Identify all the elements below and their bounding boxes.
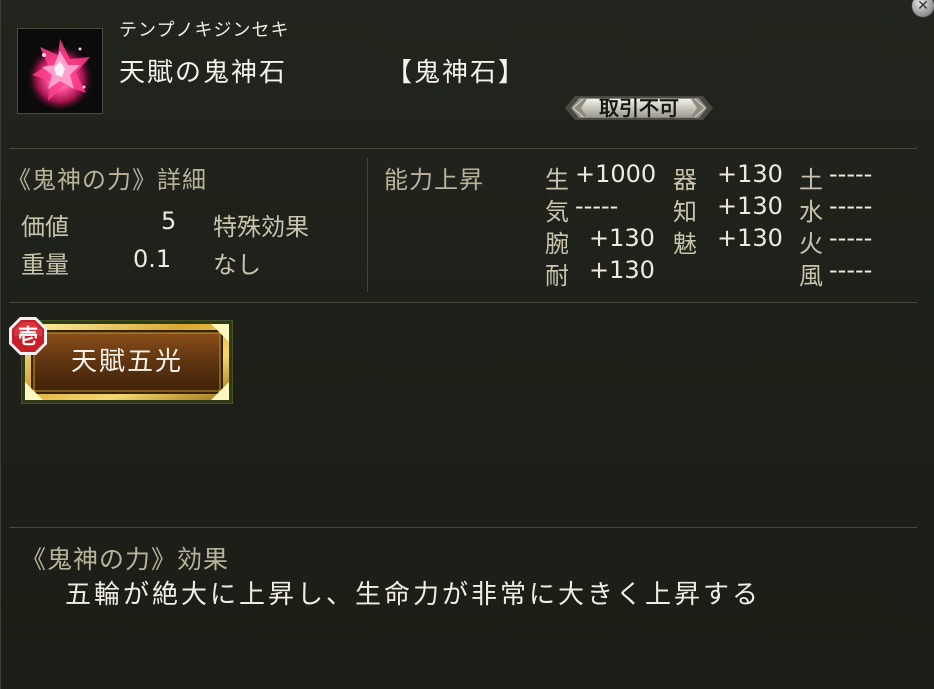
stat-value: ----- xyxy=(829,192,873,220)
ability-title: 能力上昇 xyxy=(384,166,484,194)
stat-name: 土 xyxy=(799,166,823,194)
divider xyxy=(367,158,368,292)
trade-status-label: 取引不可 xyxy=(599,96,679,120)
details-title: 《鬼神の力》詳細 xyxy=(7,166,207,194)
stat-name: 耐 xyxy=(545,262,569,290)
weight-amount: 0.1 xyxy=(133,245,172,273)
stat-name: 気 xyxy=(545,198,569,226)
stat-value: +130 xyxy=(717,192,783,220)
close-icon[interactable]: ✕ xyxy=(911,0,934,18)
stat-value: ----- xyxy=(575,192,619,220)
stat-name: 器 xyxy=(673,166,697,194)
stat-name: 火 xyxy=(799,230,823,258)
effect-description: 五輪が絶大に上昇し、生命力が非常に大きく上昇する xyxy=(65,580,762,610)
stat-value: +130 xyxy=(717,160,783,188)
divider xyxy=(9,527,917,528)
stat-name: 知 xyxy=(673,198,697,226)
item-category: 【鬼神石】 xyxy=(386,58,527,88)
stat-value: +130 xyxy=(589,256,655,284)
stat-value: +1000 xyxy=(575,160,657,188)
stat-name: 腕 xyxy=(545,230,569,258)
value-amount: 5 xyxy=(161,207,177,235)
crystal-gem-icon xyxy=(17,28,103,114)
stat-name: 風 xyxy=(799,262,823,290)
skill-label: 天賦五光 xyxy=(70,347,183,377)
divider xyxy=(9,148,917,149)
item-name: 天賦の鬼神石 xyxy=(119,58,288,88)
value-label: 価値 xyxy=(21,213,69,241)
item-reading: テンプノキジンセキ xyxy=(119,20,290,41)
stat-value: +130 xyxy=(589,224,655,252)
special-effect-label: 特殊効果 xyxy=(213,213,309,241)
effect-title: 《鬼神の力》効果 xyxy=(21,545,230,574)
item-detail-panel: ✕ テンプノキジンセキ 天賦の鬼神石 【鬼神石】 取引不可 《鬼神の力》詳細 価… xyxy=(0,0,934,689)
weight-label: 重量 xyxy=(21,251,69,279)
stat-value: ----- xyxy=(829,256,873,284)
stat-value: +130 xyxy=(717,224,783,252)
special-effect-value: なし xyxy=(213,251,261,279)
stat-name: 魅 xyxy=(673,230,697,258)
stat-name: 水 xyxy=(799,198,823,226)
stat-name: 生 xyxy=(545,166,569,194)
skill-button[interactable]: 天賦五光 xyxy=(21,320,233,404)
stat-value: ----- xyxy=(829,160,873,188)
trade-status-badge: 取引不可 xyxy=(563,93,715,123)
divider xyxy=(9,302,917,303)
rank-badge: 壱 xyxy=(8,316,48,356)
rank-label: 壱 xyxy=(18,324,38,348)
stat-value: ----- xyxy=(829,224,873,252)
